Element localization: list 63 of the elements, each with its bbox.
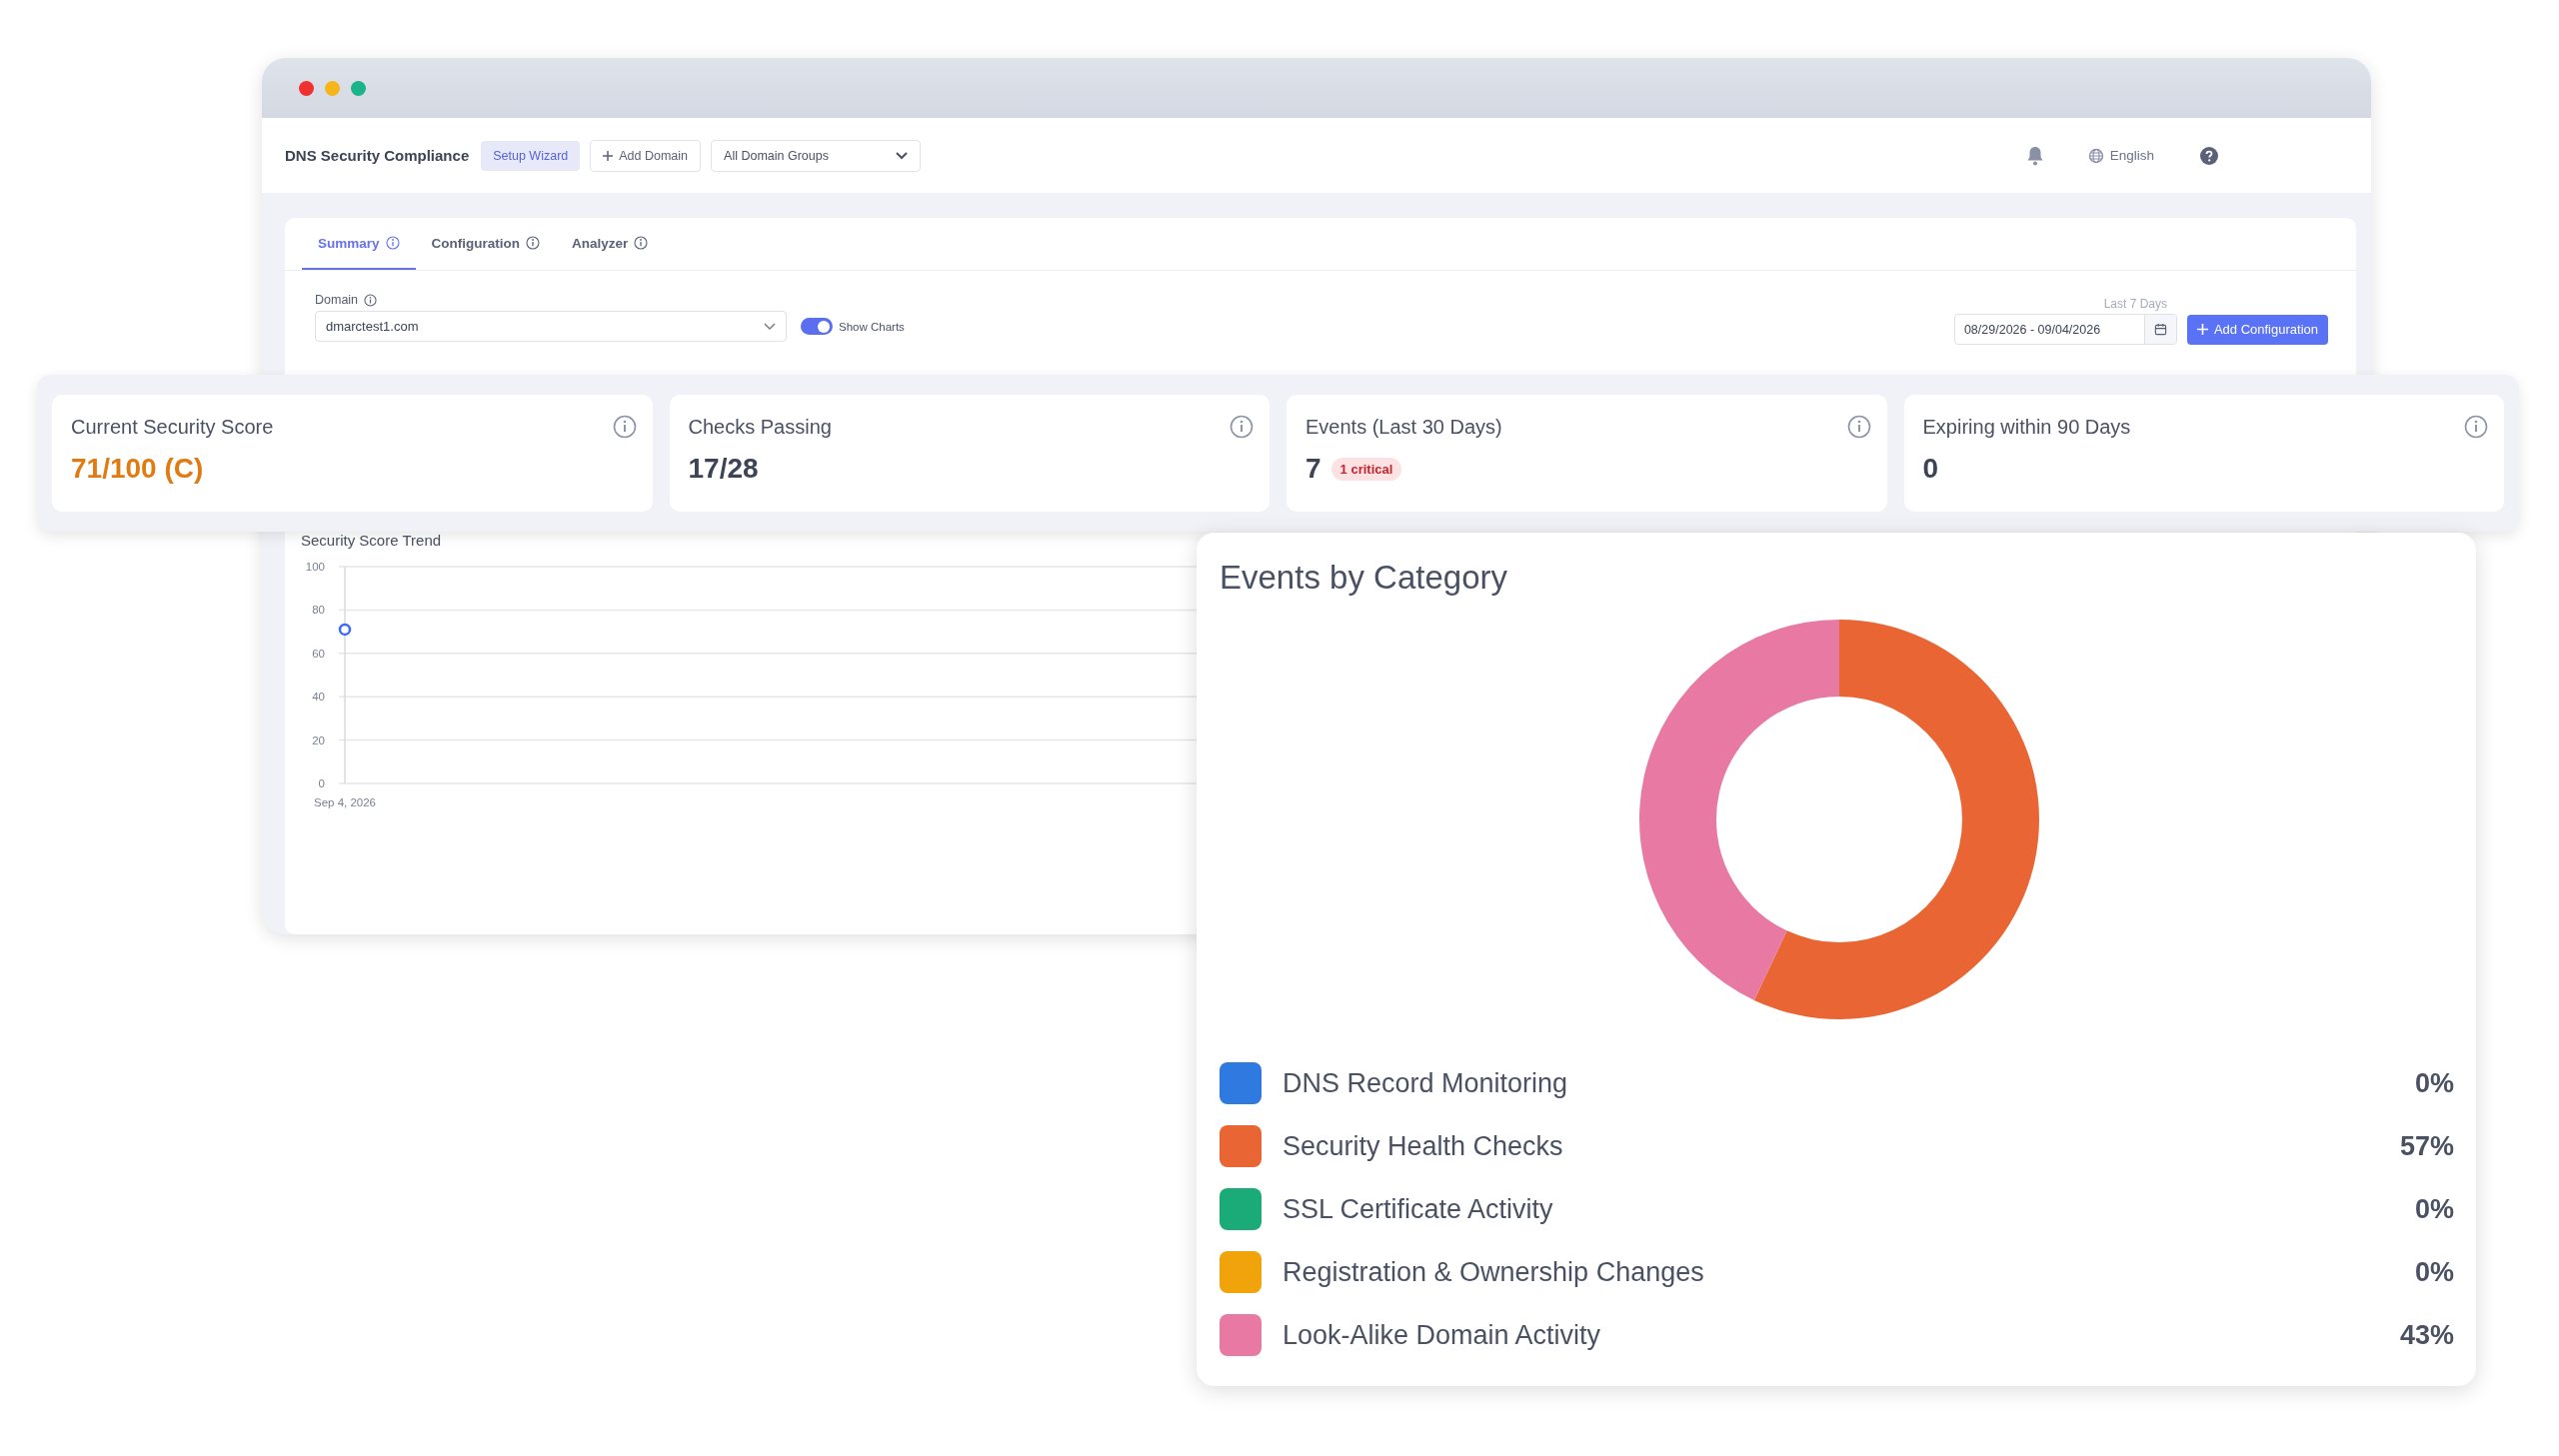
setup-wizard-button[interactable]: Setup Wizard: [481, 140, 581, 171]
info-icon[interactable]: [612, 415, 637, 439]
tab[interactable]: Configuration: [415, 218, 556, 270]
legend-label: Security Health Checks: [1282, 1130, 1564, 1162]
bell-icon[interactable]: [2025, 145, 2044, 166]
data-point: [338, 623, 352, 637]
plus-icon: [2196, 324, 2208, 335]
domain-select[interactable]: dmarctest1.com: [315, 311, 787, 342]
critical-badge: 1 critical: [1330, 457, 1402, 481]
stat-value: 0: [1922, 453, 1939, 485]
calendar-icon: [2153, 323, 2167, 336]
info-icon[interactable]: [1230, 415, 1254, 439]
legend-percent: 57%: [2399, 1130, 2454, 1162]
domain-label: Domain: [315, 293, 359, 307]
stat-title: Events (Last 30 Days): [1305, 415, 1502, 439]
legend-label: SSL Certificate Activity: [1282, 1193, 1554, 1225]
axis-tick-label: 100: [305, 561, 325, 573]
axis-tick-label: 20: [312, 733, 325, 746]
info-icon: [385, 236, 400, 250]
minimize-dot[interactable]: [325, 80, 340, 96]
app-title: DNS Security Compliance: [285, 147, 470, 164]
legend-percent: 43%: [2399, 1319, 2454, 1351]
date-range-field[interactable]: 08/29/2026 - 09/04/2026: [1953, 314, 2177, 345]
axis-tick-label: 80: [312, 604, 325, 617]
legend-percent: 0%: [2414, 1193, 2454, 1225]
domain-group-select[interactable]: All Domain Groups: [711, 139, 922, 172]
stat-value: 17/28: [688, 453, 759, 485]
tab[interactable]: Analyzer: [556, 218, 665, 270]
info-icon[interactable]: [2464, 415, 2488, 439]
add-domain-button[interactable]: Add Domain: [590, 139, 702, 172]
legend-label: Look-Alike Domain Activity: [1282, 1319, 1602, 1351]
stat-title: Checks Passing: [688, 415, 832, 439]
help-icon[interactable]: [2200, 146, 2218, 165]
legend-label: DNS Record Monitoring: [1282, 1067, 1569, 1099]
show-charts-toggle[interactable]: [801, 318, 833, 335]
legend-percent: 0%: [2414, 1067, 2454, 1099]
language-selector[interactable]: English: [2087, 147, 2154, 164]
legend-label: Registration & Ownership Changes: [1282, 1256, 1705, 1288]
chevron-down-icon: [896, 151, 909, 160]
tab[interactable]: Summary: [302, 218, 416, 270]
chevron-down-icon: [764, 322, 776, 331]
maximize-dot[interactable]: [351, 80, 366, 96]
info-icon: [526, 236, 540, 250]
add-configuration-button[interactable]: Add Configuration: [2186, 314, 2328, 345]
close-dot[interactable]: [299, 80, 314, 96]
axis-tick-label: 0: [318, 777, 325, 789]
chart-title: Security Score Trend: [301, 532, 443, 550]
card-title: Events by Category: [1220, 559, 1508, 597]
legend-percent: 0%: [2414, 1256, 2454, 1288]
axis-tick-label: Sep 4, 2026: [314, 796, 376, 808]
date-range-caption: Last 7 Days: [2103, 297, 2167, 311]
stat-title: Expiring within 90 Days: [1922, 415, 2131, 439]
plus-icon: [603, 150, 614, 161]
info-icon: [364, 293, 378, 307]
show-charts-label: Show Charts: [839, 320, 905, 333]
axis-tick-label: 60: [312, 647, 325, 660]
stat-value: 7: [1305, 453, 1321, 485]
stat-title: Current Security Score: [71, 415, 274, 439]
stat-value: 71/100 (C): [71, 453, 204, 485]
info-icon[interactable]: [1846, 415, 1871, 439]
globe-icon: [2087, 147, 2104, 164]
info-icon: [634, 236, 649, 250]
axis-tick-label: 40: [312, 691, 325, 704]
